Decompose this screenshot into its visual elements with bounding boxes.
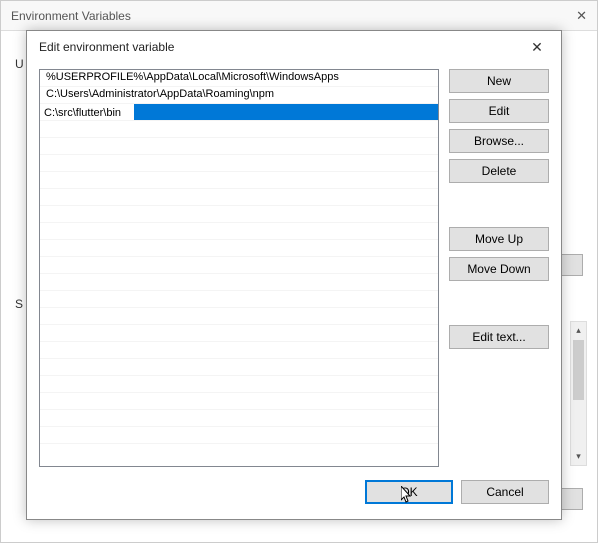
- dialog-titlebar: Edit environment variable ✕: [27, 31, 561, 63]
- list-item-editing[interactable]: [40, 104, 438, 121]
- list-item-empty[interactable]: [40, 172, 438, 189]
- bg-scrollbar[interactable]: ▴ ▾: [570, 321, 587, 466]
- path-list[interactable]: %USERPROFILE%\AppData\Local\Microsoft\Wi…: [39, 69, 439, 467]
- scroll-up-icon[interactable]: ▴: [571, 322, 586, 339]
- dialog-title: Edit environment variable: [39, 40, 174, 54]
- ok-button[interactable]: OK: [365, 480, 453, 504]
- move-up-button[interactable]: Move Up: [449, 227, 549, 251]
- list-item-empty[interactable]: [40, 308, 438, 325]
- close-button[interactable]: ✕: [517, 33, 557, 61]
- list-item-empty[interactable]: [40, 393, 438, 410]
- close-icon[interactable]: ✕: [576, 8, 587, 24]
- list-item-empty[interactable]: [40, 206, 438, 223]
- list-item-empty[interactable]: [40, 325, 438, 342]
- list-item-empty[interactable]: [40, 240, 438, 257]
- list-item-empty[interactable]: [40, 223, 438, 240]
- list-item-empty[interactable]: [40, 121, 438, 138]
- dialog-body: %USERPROFILE%\AppData\Local\Microsoft\Wi…: [27, 63, 561, 475]
- list-item-empty[interactable]: [40, 359, 438, 376]
- move-down-button[interactable]: Move Down: [449, 257, 549, 281]
- list-item-empty[interactable]: [40, 427, 438, 444]
- list-item-empty[interactable]: [40, 257, 438, 274]
- list-item-empty[interactable]: [40, 291, 438, 308]
- list-item-empty[interactable]: [40, 189, 438, 206]
- delete-button[interactable]: Delete: [449, 159, 549, 183]
- side-button-column: New Edit Browse... Delete Move Up Move D…: [449, 69, 549, 467]
- edit-button[interactable]: Edit: [449, 99, 549, 123]
- list-item[interactable]: C:\Users\Administrator\AppData\Roaming\n…: [40, 87, 438, 104]
- edit-env-dialog: Edit environment variable ✕ %USERPROFILE…: [26, 30, 562, 520]
- list-item-empty[interactable]: [40, 138, 438, 155]
- list-item[interactable]: %USERPROFILE%\AppData\Local\Microsoft\Wi…: [40, 70, 438, 87]
- close-icon: ✕: [531, 39, 543, 56]
- parent-titlebar: Environment Variables ✕: [1, 1, 597, 31]
- spacer: [449, 189, 549, 221]
- parent-title: Environment Variables: [11, 9, 131, 23]
- edit-text-button[interactable]: Edit text...: [449, 325, 549, 349]
- scroll-thumb[interactable]: [573, 340, 584, 400]
- list-item-empty[interactable]: [40, 410, 438, 427]
- list-item-empty[interactable]: [40, 376, 438, 393]
- path-edit-input[interactable]: [40, 104, 134, 121]
- list-item-empty[interactable]: [40, 342, 438, 359]
- list-item-empty[interactable]: [40, 155, 438, 172]
- spacer: [449, 287, 549, 319]
- browse-button[interactable]: Browse...: [449, 129, 549, 153]
- list-item-empty[interactable]: [40, 274, 438, 291]
- bg-letter-u: U: [15, 57, 24, 71]
- cancel-button[interactable]: Cancel: [461, 480, 549, 504]
- bg-letter-s: S: [15, 297, 23, 311]
- scroll-down-icon[interactable]: ▾: [571, 448, 586, 465]
- dialog-footer: OK Cancel: [27, 475, 561, 519]
- new-button[interactable]: New: [449, 69, 549, 93]
